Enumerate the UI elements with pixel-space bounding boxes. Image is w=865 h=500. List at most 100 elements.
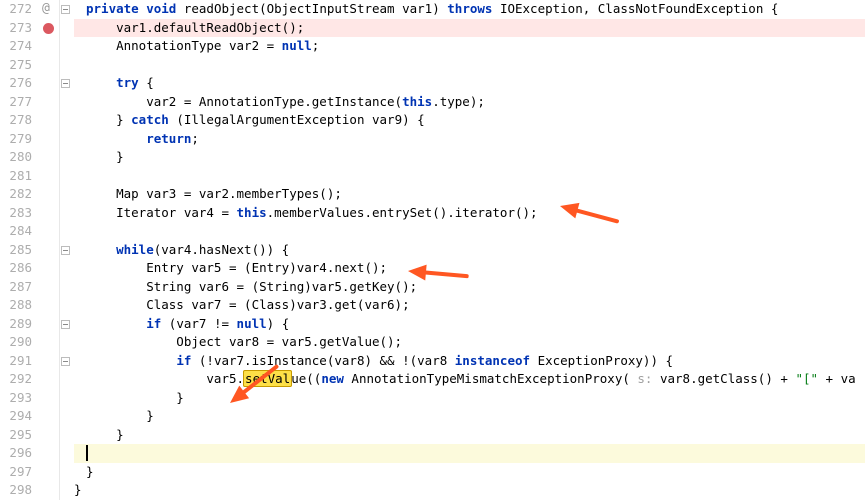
- code-token: this: [402, 94, 432, 109]
- fold-gutter[interactable]: [60, 0, 74, 500]
- line-number-gutter[interactable]: 2722732742752762772782792802812822832842…: [0, 0, 40, 500]
- line-number: 279: [0, 130, 32, 149]
- code-token: var8.getClass() +: [660, 371, 795, 386]
- code-token: + va: [818, 371, 856, 386]
- code-token: ExceptionProxy)) {: [530, 353, 673, 368]
- code-token: private: [86, 1, 139, 16]
- code-token: instanceof: [455, 353, 530, 368]
- code-token: try: [116, 75, 139, 90]
- code-line[interactable]: Class var7 = (Class)var3.get(var6);: [74, 296, 865, 315]
- code-editor[interactable]: 2722732742752762772782792802812822832842…: [0, 0, 865, 500]
- code-token: [86, 242, 116, 257]
- code-line[interactable]: AnnotationType var2 = null;: [74, 37, 865, 56]
- line-number: 273: [0, 19, 32, 38]
- code-token: (var7 !=: [161, 316, 236, 331]
- code-line[interactable]: [74, 444, 865, 463]
- code-token: (!var7.isInstance(var8) && !(var8: [191, 353, 454, 368]
- code-token: Entry var5 = (Entry)var4.next();: [86, 260, 387, 275]
- code-line[interactable]: var1.defaultReadObject();: [74, 19, 865, 38]
- code-token: [86, 131, 146, 146]
- code-area[interactable]: private void readObject(ObjectInputStrea…: [74, 0, 865, 500]
- code-token: null: [282, 38, 312, 53]
- code-token: IOException, ClassNotFoundException {: [492, 1, 778, 16]
- code-line[interactable]: }: [74, 407, 865, 426]
- code-token: }: [86, 390, 184, 405]
- code-line[interactable]: [74, 56, 865, 75]
- line-number: 282: [0, 185, 32, 204]
- code-line[interactable]: Iterator var4 = this.memberValues.entryS…: [74, 204, 865, 223]
- code-line[interactable]: }: [74, 148, 865, 167]
- code-token: Class var7 = (Class)var3.get(var6);: [86, 297, 410, 312]
- line-number: 296: [0, 444, 32, 463]
- code-line[interactable]: var2 = AnnotationType.getInstance(this.t…: [74, 93, 865, 112]
- code-line[interactable]: }: [74, 481, 865, 500]
- line-number: 284: [0, 222, 32, 241]
- line-number: 285: [0, 241, 32, 260]
- search-highlight: setVal: [243, 370, 292, 387]
- code-token: Map var3 = var2.memberTypes();: [86, 186, 342, 201]
- code-token: .type);: [432, 94, 485, 109]
- breakpoint-icon[interactable]: [42, 19, 54, 38]
- fold-toggle-icon[interactable]: [61, 246, 70, 255]
- code-token: while: [116, 242, 154, 257]
- code-line[interactable]: Entry var5 = (Entry)var4.next();: [74, 259, 865, 278]
- code-token: .memberValues.entrySet().iterator();: [267, 205, 538, 220]
- code-token: AnnotationTypeMismatchExceptionProxy(: [344, 371, 638, 386]
- modified-marker-icon: @: [42, 0, 50, 19]
- code-token: }: [86, 408, 154, 423]
- code-token: }: [74, 482, 82, 497]
- code-line[interactable]: while(var4.hasNext()) {: [74, 241, 865, 260]
- code-line[interactable]: Map var3 = var2.memberTypes();: [74, 185, 865, 204]
- line-number: 293: [0, 389, 32, 408]
- code-token: s:: [637, 371, 660, 386]
- code-line[interactable]: }: [74, 389, 865, 408]
- line-number: 298: [0, 481, 32, 500]
- code-line[interactable]: Object var8 = var5.getValue();: [74, 333, 865, 352]
- line-number: 278: [0, 111, 32, 130]
- code-token: Object var8 = var5.getValue();: [86, 334, 402, 349]
- code-line[interactable]: String var6 = (String)var5.getKey();: [74, 278, 865, 297]
- code-token: void: [146, 1, 176, 16]
- code-token: [86, 353, 176, 368]
- fold-toggle-icon[interactable]: [61, 357, 70, 366]
- code-token: throws: [447, 1, 492, 16]
- line-number: 295: [0, 426, 32, 445]
- code-token: Iterator var4 =: [86, 205, 237, 220]
- line-number: 281: [0, 167, 32, 186]
- code-line[interactable]: try {: [74, 74, 865, 93]
- line-number: 280: [0, 148, 32, 167]
- code-token: }: [86, 149, 124, 164]
- code-line[interactable]: private void readObject(ObjectInputStrea…: [74, 0, 865, 19]
- code-line[interactable]: }: [74, 426, 865, 445]
- marker-gutter[interactable]: @: [40, 0, 60, 500]
- code-token: [86, 316, 146, 331]
- fold-toggle-icon[interactable]: [61, 320, 70, 329]
- code-line[interactable]: var5.setValue((new AnnotationTypeMismatc…: [74, 370, 865, 389]
- code-token: readObject(ObjectInputStream var1): [176, 1, 447, 16]
- line-number: 290: [0, 333, 32, 352]
- code-line[interactable]: } catch (IllegalArgumentException var9) …: [74, 111, 865, 130]
- code-token: (var4.hasNext()) {: [154, 242, 289, 257]
- code-line[interactable]: [74, 167, 865, 186]
- fold-toggle-icon[interactable]: [61, 79, 70, 88]
- code-line[interactable]: }: [74, 463, 865, 482]
- code-token: var5.: [86, 371, 244, 386]
- code-token: null: [237, 316, 267, 331]
- code-token: String var6 = (String)var5.getKey();: [86, 279, 417, 294]
- code-token: }: [86, 427, 124, 442]
- code-token: {: [139, 75, 154, 90]
- code-token: AnnotationType var2 =: [86, 38, 282, 53]
- code-token: return: [146, 131, 191, 146]
- code-line[interactable]: [74, 222, 865, 241]
- code-token: "[": [795, 371, 818, 386]
- fold-toggle-icon[interactable]: [61, 5, 70, 14]
- line-number: 294: [0, 407, 32, 426]
- line-number: 291: [0, 352, 32, 371]
- code-line[interactable]: return;: [74, 130, 865, 149]
- code-line[interactable]: if (var7 != null) {: [74, 315, 865, 334]
- line-number: 297: [0, 463, 32, 482]
- text-caret: [86, 445, 88, 461]
- line-number: 272: [0, 0, 32, 19]
- code-token: if: [176, 353, 191, 368]
- code-line[interactable]: if (!var7.isInstance(var8) && !(var8 ins…: [74, 352, 865, 371]
